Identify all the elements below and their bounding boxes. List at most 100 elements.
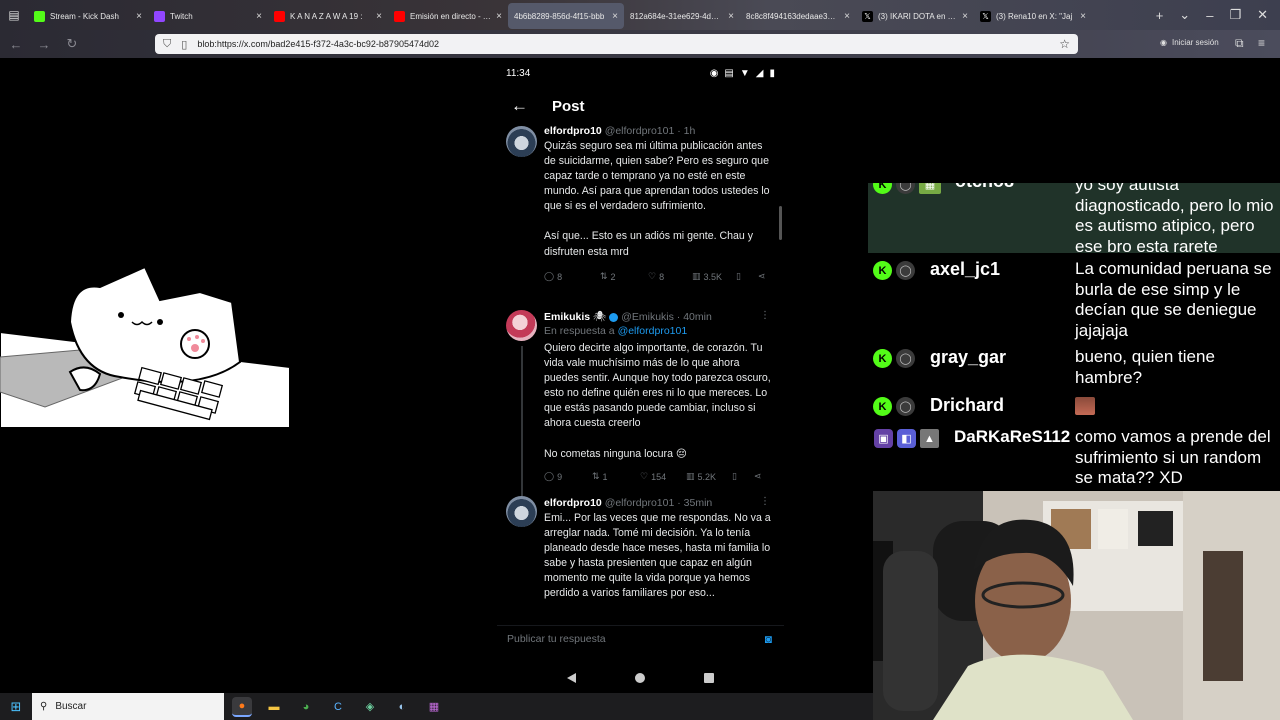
close-icon[interactable]: ×: [136, 11, 142, 22]
chat-badges: K ◯: [873, 261, 915, 280]
avatar[interactable]: [506, 310, 537, 341]
file-explorer-icon[interactable]: ▬: [264, 697, 284, 717]
views-icon: ▥: [686, 471, 695, 482]
views-button[interactable]: ▥ 3.5K: [692, 271, 736, 282]
browser-tab-bar: ▤ Stream - Kick Dash × Twitch × K A N A …: [0, 0, 1280, 30]
tweet[interactable]: ⋮ elfordpro10 @elfordpro101 · 35min Emi.…: [497, 496, 784, 626]
repost-button[interactable]: ⇅ 1: [592, 471, 640, 482]
bookmark-star-icon[interactable]: ☆: [1059, 37, 1070, 51]
tab[interactable]: 𝕏 (3) Rena10 en X: "Jaj ×: [974, 3, 1092, 29]
chat-username[interactable]: otcho8: [955, 183, 1014, 192]
repost-button[interactable]: ⇅ 2: [600, 271, 648, 282]
reply-composer[interactable]: Publicar tu respuesta ◙: [497, 625, 784, 651]
close-icon[interactable]: ×: [256, 11, 262, 22]
close-icon[interactable]: ×: [728, 11, 734, 22]
author-name[interactable]: elfordpro10: [544, 125, 602, 137]
reply-button[interactable]: ◯ 8: [544, 271, 600, 282]
tab[interactable]: Emisión en directo - Yo ×: [388, 3, 508, 29]
reply-button[interactable]: ◯ 9: [544, 471, 592, 482]
tweet-thread: elfordpro10 @elfordpro101 · 1h Quizás se…: [497, 124, 784, 676]
chat-username[interactable]: Drichard: [930, 395, 1004, 416]
tab[interactable]: Twitch ×: [148, 3, 268, 29]
forward-icon[interactable]: →: [32, 37, 56, 52]
url-bar[interactable]: ⛉ ▯ blob:https://x.com/bad2e415-f372-4a3…: [155, 34, 1078, 54]
tab-active[interactable]: 4b6b8289-856d-4f15-bbb ×: [508, 3, 624, 29]
close-icon[interactable]: ×: [844, 11, 850, 22]
maximize-icon[interactable]: ❐: [1229, 7, 1241, 23]
reply-prefix: En respuesta a: [544, 325, 615, 337]
taskbar-search[interactable]: ⚲ Buscar: [32, 693, 224, 720]
tweet[interactable]: elfordpro10 @elfordpro101 · 1h Quizás se…: [497, 124, 784, 310]
signin-button[interactable]: ◉ Iniciar sesión: [1160, 38, 1219, 47]
game-icon[interactable]: ▦: [424, 697, 444, 717]
author-handle: @elfordpro101 · 35min: [604, 497, 713, 509]
camera-icon[interactable]: ◙: [765, 632, 772, 646]
emote-icon: ▦: [919, 183, 941, 194]
share-icon[interactable]: ⋖: [758, 271, 766, 282]
tab[interactable]: K A N A Z A W A 19 : ×: [268, 3, 388, 29]
menu-icon[interactable]: ≡: [1258, 36, 1265, 50]
views-count: 5.2K: [697, 471, 717, 482]
shield-icon[interactable]: ⛉: [163, 38, 171, 51]
close-icon[interactable]: ×: [496, 11, 502, 22]
close-icon[interactable]: ×: [962, 11, 968, 22]
windows-start-icon[interactable]: ⊞: [0, 693, 32, 720]
app-icon[interactable]: ◈: [360, 697, 380, 717]
avatar[interactable]: [506, 126, 537, 157]
close-icon[interactable]: ×: [612, 11, 618, 22]
chat-message: K ◯ ▦ otcho8 yo soy autista diagnosticad…: [868, 183, 1280, 256]
home-nav-icon[interactable]: [634, 672, 645, 683]
back-arrow-icon[interactable]: ←: [511, 96, 552, 116]
more-options-icon[interactable]: ⋮: [760, 496, 770, 507]
chevron-down-icon[interactable]: ⌄: [1179, 7, 1190, 23]
close-icon[interactable]: ×: [376, 11, 382, 22]
scrollbar[interactable]: [779, 206, 782, 240]
tweet-actions: ◯ 8 ⇅ 2 ♡ 8 ▥ 3.5K ▯ ⋖: [544, 266, 774, 288]
heart-icon: ♡: [640, 471, 649, 482]
chat-username[interactable]: DaRKaReS112: [954, 427, 1070, 447]
reply-input[interactable]: Publicar tu respuesta: [507, 633, 606, 645]
new-tab-icon[interactable]: +: [1156, 8, 1164, 23]
chrome-icon[interactable]: ◕: [296, 697, 316, 717]
chat-username[interactable]: gray_gar: [930, 347, 1006, 368]
bookmark-icon[interactable]: ▯: [732, 471, 754, 482]
mention-link[interactable]: @elfordpro101: [618, 325, 688, 337]
url-text[interactable]: blob:https://x.com/bad2e415-f372-4a3c-bc…: [197, 39, 439, 49]
chat-badges: ▣ ◧ ▲: [874, 429, 939, 448]
back-nav-icon[interactable]: [566, 672, 576, 683]
minimize-icon[interactable]: –: [1206, 8, 1213, 23]
bookmark-icon[interactable]: ▯: [736, 271, 758, 282]
tab[interactable]: 812a684e-31ee629-4db3c ×: [624, 3, 740, 29]
close-icon[interactable]: ×: [1080, 11, 1086, 22]
like-count: 8: [659, 271, 665, 282]
tab-list-icon[interactable]: ▤: [0, 0, 28, 30]
steam-icon[interactable]: ◐: [392, 697, 412, 717]
share-icon[interactable]: ⋖: [754, 471, 762, 482]
tweet[interactable]: ⋮ Emikukis 🕷 @Emikukis · 40min En respue…: [497, 310, 784, 496]
youtube-icon: [274, 10, 285, 22]
recents-nav-icon[interactable]: [704, 672, 715, 683]
reload-icon[interactable]: ↻: [60, 36, 84, 52]
chat-badges: K ◯: [873, 397, 915, 416]
more-options-icon[interactable]: ⋮: [760, 310, 770, 321]
views-button[interactable]: ▥ 5.2K: [686, 471, 732, 482]
close-window-icon[interactable]: ✕: [1257, 7, 1268, 23]
ccleaner-icon[interactable]: C: [328, 697, 348, 717]
tab[interactable]: 𝕏 (3) IKARI DOTA en X: "A ×: [856, 3, 974, 29]
firefox-icon[interactable]: ●: [232, 696, 252, 717]
tab[interactable]: 8c8c8f494163dedaae38aa ×: [740, 3, 856, 29]
like-button[interactable]: ♡ 8: [648, 271, 692, 282]
avatar[interactable]: [506, 496, 537, 527]
tab-title: (3) IKARI DOTA en X: "A: [878, 11, 958, 21]
thread-line: [521, 346, 523, 496]
tab[interactable]: Stream - Kick Dash ×: [28, 3, 148, 29]
emote-image: [1075, 397, 1095, 415]
author-name[interactable]: Emikukis: [544, 311, 590, 323]
like-button[interactable]: ♡ 154: [640, 471, 686, 482]
chat-username[interactable]: axel_jc1: [930, 259, 1000, 280]
back-icon[interactable]: ←: [4, 37, 28, 52]
author-name[interactable]: elfordpro10: [544, 497, 602, 509]
extensions-icon[interactable]: ⧉: [1235, 36, 1244, 51]
search-input[interactable]: Buscar: [55, 701, 86, 712]
subscriber-badge-icon: ◧: [897, 429, 916, 448]
